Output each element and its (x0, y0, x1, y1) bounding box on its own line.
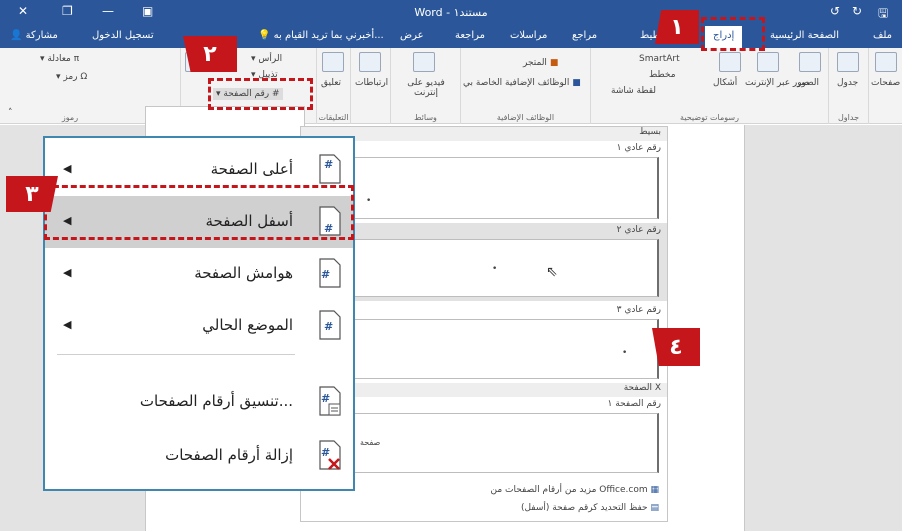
svg-text:#: # (321, 446, 330, 459)
highlight-insert-tab (701, 17, 765, 51)
svg-text:#: # (324, 158, 333, 171)
group-media: فيديو على إنترنت وسائط (390, 48, 460, 124)
menu-item-page-margins[interactable]: ◀ هوامش الصفحة # (45, 248, 353, 300)
share-button[interactable]: 👤 مشاركة (10, 30, 58, 41)
svg-text:#: # (321, 392, 330, 405)
mouse-cursor-icon: ⇖ (546, 264, 558, 280)
gallery-item4-preview-text: صفحة (360, 438, 381, 447)
group-tables: جدول جداول (828, 48, 868, 124)
menu-item-label: تنسيق أرقام الصفحات... (139, 392, 293, 410)
links-icon[interactable] (359, 52, 381, 72)
gallery-item4-preview[interactable]: صفحة (309, 413, 659, 473)
group-label-tables: جداول (837, 113, 860, 122)
gallery-section-pagex: الصفحة X (301, 383, 667, 397)
menu-item-label: هوامش الصفحة (194, 264, 293, 282)
tab-review[interactable]: مراجعة (455, 30, 485, 41)
menu-item-current-position[interactable]: ◀ الموضع الحالي # (45, 300, 353, 352)
current-position-icon: # (319, 310, 341, 340)
gallery-section-simple: بسيط (301, 127, 667, 141)
shapes-icon[interactable] (719, 52, 741, 72)
redo-icon[interactable]: ↻ (852, 4, 862, 18)
step-badge-3: ٣ (6, 176, 58, 212)
submenu-arrow-icon: ◀ (63, 318, 72, 331)
highlight-page-number-button (208, 78, 313, 110)
tab-view[interactable]: عرض (400, 30, 424, 41)
highlight-bottom-of-page (44, 185, 354, 240)
page-margins-icon: # (319, 258, 341, 288)
signin-link[interactable]: تسجيل الدخول (92, 30, 154, 41)
submenu-arrow-icon: ◀ (63, 162, 72, 175)
ribbon: صفحات جدول جداول الصور صور عبر الإنترنت … (0, 48, 902, 124)
group-label-media: وسائط (414, 113, 437, 122)
format-page-numbers-icon: # (319, 386, 341, 416)
links-button[interactable]: ارتباطات (355, 78, 388, 88)
group-links: ارتباطات (350, 48, 390, 124)
svg-text:#: # (324, 320, 333, 333)
step-badge-2: ٢ (183, 36, 237, 72)
store-button[interactable]: المتجر ■ (523, 58, 558, 68)
table-icon[interactable] (837, 52, 859, 72)
symbol-button[interactable]: ▾ رمز Ω (56, 72, 87, 82)
pages-button[interactable]: صفحات (871, 78, 900, 88)
gallery-item3-preview[interactable]: • (309, 319, 659, 379)
tab-references[interactable]: مراجع (572, 30, 597, 41)
footer-submenu (145, 106, 305, 140)
menu-item-label: إزالة أرقام الصفحات (165, 446, 293, 464)
svg-text:#: # (321, 268, 330, 281)
my-addins-button[interactable]: الوظائف الإضافية الخاصة بي ■ (463, 78, 581, 88)
title-bar: ✕ ❐ — ▣ Word - مستند١ 🖫 ↻ ↺ (0, 0, 902, 26)
step-badge-4: ٤ (652, 328, 700, 366)
tell-me-box[interactable]: 💡 أخبرني بما تريد القيام به... (258, 30, 384, 41)
gallery-item1-label: رقم عادي ١ (616, 143, 661, 153)
page-number-gallery: بسيط رقم عادي ١ • رقم عادي ٢ • ⇖ رقم عاد… (300, 126, 668, 522)
group-label-illustrations: رسومات توضيحية (680, 113, 739, 122)
gallery-item3-label: رقم عادي ٣ (616, 305, 661, 315)
screenshot-button[interactable]: لقطة شاشة (611, 86, 656, 96)
submenu-arrow-icon: ◀ (63, 266, 72, 279)
gallery-item2-preview[interactable]: • ⇖ (309, 239, 659, 297)
menu-item-format-page-numbers[interactable]: تنسيق أرقام الصفحات... # (45, 376, 353, 428)
ribbon-tabs: 👤 مشاركة تسجيل الدخول 💡 أخبرني بما تريد … (0, 26, 902, 48)
step-badge-1: ١ (655, 10, 699, 44)
shapes-button[interactable]: أشكال (713, 78, 737, 88)
group-label-addins: الوظائف الإضافية (496, 113, 555, 122)
group-illustrations: الصور صور عبر الإنترنت أشكال SmartArt مخ… (590, 48, 828, 124)
online-pictures-icon[interactable] (757, 52, 779, 72)
window-title: Word - مستند١ (414, 6, 488, 19)
page-top-icon: # (319, 154, 341, 184)
tab-mailings[interactable]: مراسلات (510, 30, 547, 41)
tab-file[interactable]: ملف (873, 30, 892, 41)
more-page-numbers-link[interactable]: مزيد من أرقام الصفحات من Office.com ▦ (491, 485, 660, 495)
undo-icon[interactable]: ↺ (830, 4, 840, 18)
group-label-comments: التعليقات (318, 113, 349, 122)
tab-home[interactable]: الصفحة الرئيسية (770, 30, 839, 41)
group-pages: صفحات (868, 48, 902, 124)
gallery-item4-label: رقم الصفحة ١ (607, 399, 661, 409)
collapse-ribbon-icon[interactable]: ˄ (8, 108, 13, 118)
pictures-icon[interactable] (799, 52, 821, 72)
comment-icon[interactable] (322, 52, 344, 72)
online-video-button[interactable]: فيديو على إنترنت (395, 78, 457, 98)
chart-button[interactable]: مخطط (649, 70, 676, 80)
menu-item-label: أعلى الصفحة (210, 160, 293, 178)
pages-icon[interactable] (875, 52, 897, 72)
online-video-icon[interactable] (413, 52, 435, 72)
equation-button[interactable]: ▾ معادلة π (40, 54, 79, 64)
group-addins: المتجر ■ الوظائف الإضافية الخاصة بي ■ ال… (460, 48, 590, 124)
save-selection-link[interactable]: حفظ التحديد كرقم صفحة (أسفل) ▤ (521, 503, 659, 513)
group-comments: تعليق التعليقات (316, 48, 350, 124)
remove-page-numbers-icon: # (319, 440, 341, 470)
gallery-item1-preview[interactable]: • (309, 157, 659, 219)
online-pictures-button[interactable]: صور عبر الإنترنت (745, 78, 810, 88)
menu-separator (57, 354, 295, 355)
header-button[interactable]: ▾ الرأس (251, 54, 282, 64)
comment-button[interactable]: تعليق (321, 78, 341, 88)
smartart-button[interactable]: SmartArt (639, 54, 680, 64)
table-button[interactable]: جدول (837, 78, 858, 88)
menu-item-label: الموضع الحالي (202, 316, 293, 334)
gallery-item2-label: رقم عادي ٢ (616, 225, 661, 235)
group-label-symbols: رموز (61, 113, 79, 122)
menu-item-remove-page-numbers[interactable]: إزالة أرقام الصفحات # (45, 430, 353, 482)
save-icon[interactable]: 🖫 (878, 4, 888, 25)
